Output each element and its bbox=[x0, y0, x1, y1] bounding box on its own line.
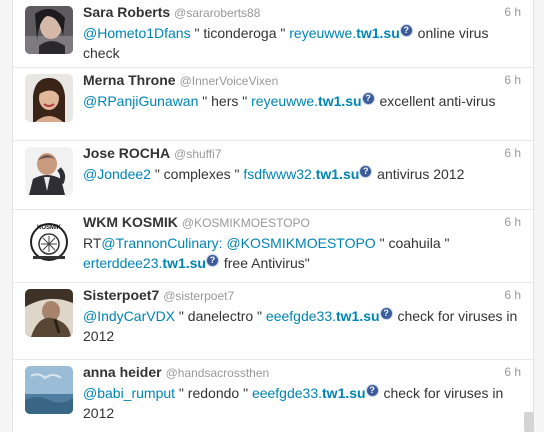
mention-link[interactable]: @babi_rumput bbox=[83, 385, 175, 401]
avatar[interactable] bbox=[25, 289, 73, 337]
tweet[interactable]: Merna Throne @InnerVoiceVixen 6 h @RPanji… bbox=[13, 68, 533, 141]
url-prefix: reyeuwwe. bbox=[251, 93, 319, 109]
author-handle[interactable]: @shuffi7 bbox=[174, 147, 221, 161]
author-name[interactable]: Sisterpoet7 bbox=[83, 287, 159, 303]
tweet-header: Jose ROCHA @shuffi7 bbox=[83, 145, 221, 163]
question-badge-icon: ? bbox=[362, 93, 374, 104]
avatar[interactable] bbox=[25, 6, 73, 54]
url-domain: tw1.su bbox=[162, 255, 206, 271]
url-domain: tw1.su bbox=[322, 385, 366, 401]
author-handle[interactable]: @sararoberts88 bbox=[174, 6, 260, 20]
url-prefix: reyeuwwe. bbox=[289, 25, 357, 41]
mention-link[interactable]: @Hometo1Dfans bbox=[83, 25, 191, 41]
mention-link[interactable]: @KOSMIKMOESTOPO bbox=[226, 235, 375, 251]
tweet-text: @Jondee2 " complexes " fsdfwww32.tw1.su?… bbox=[83, 164, 523, 184]
question-badge-icon: ? bbox=[360, 166, 372, 177]
tweet-text: @RPanjiGunawan " hers " reyeuwwe.tw1.su?… bbox=[83, 91, 523, 111]
url-prefix: eeefgde33. bbox=[265, 308, 336, 324]
url-domain: tw1.su bbox=[356, 25, 400, 41]
tweet-time[interactable]: 6 h bbox=[504, 146, 521, 160]
avatar[interactable]: KOSMIK bbox=[25, 216, 73, 264]
url-link[interactable]: reyeuwwe.tw1.su bbox=[251, 93, 362, 109]
scrollbar-thumb[interactable] bbox=[524, 412, 534, 432]
url-domain: tw1.su bbox=[318, 93, 362, 109]
tweet-text-segment: antivirus 2012 bbox=[373, 166, 465, 182]
url-domain: tw1.su bbox=[315, 166, 360, 182]
mention-link[interactable]: @IndyCarVDX bbox=[83, 308, 175, 324]
url-prefix: fsdfwww32. bbox=[243, 166, 316, 182]
avatar[interactable] bbox=[25, 74, 73, 122]
question-badge-icon: ? bbox=[366, 385, 378, 396]
url-link[interactable]: eeefgde33.tw1.su bbox=[252, 385, 366, 401]
avatar-logo-text: KOSMIK bbox=[37, 225, 62, 231]
url-prefix: eeefgde33. bbox=[251, 385, 323, 401]
tweet-text: @IndyCarVDX " danelectro " eeefgde33.tw1… bbox=[83, 306, 523, 346]
tweet-header: Merna Throne @InnerVoiceVixen bbox=[83, 72, 278, 90]
tweet-header: anna heider @handsacrossthen bbox=[83, 364, 269, 382]
tweet-text-segment: free Antivirus" bbox=[219, 255, 310, 271]
url-domain: tw1.su bbox=[336, 308, 380, 324]
tweet-header: Sara Roberts @sararoberts88 bbox=[83, 4, 260, 22]
question-badge-icon: ? bbox=[206, 255, 218, 266]
avatar[interactable] bbox=[25, 147, 73, 195]
tweet-text-segment: " danelectro " bbox=[175, 308, 266, 324]
author-name[interactable]: WKM KOSMIK bbox=[83, 214, 178, 230]
tweet-text-segment: " hers " bbox=[198, 93, 252, 109]
tweet-text: @Hometo1Dfans " ticonderoga " reyeuwwe.t… bbox=[83, 23, 523, 63]
author-handle[interactable]: @handsacrossthen bbox=[166, 366, 270, 380]
tweet-time[interactable]: 6 h bbox=[504, 365, 521, 379]
question-badge-icon: ? bbox=[380, 308, 392, 319]
tweet-timeline: Sara Roberts @sararoberts88 6 h @Hometo1D… bbox=[12, 0, 534, 432]
tweet-text: RT@TrannonCulinary: @KOSMIKMOESTOPO " co… bbox=[83, 233, 523, 273]
author-name[interactable]: Jose ROCHA bbox=[83, 145, 170, 161]
tweet[interactable]: anna heider @handsacrossthen 6 h @babi_ru… bbox=[13, 360, 533, 432]
tweet-text-segment: " redondo " bbox=[175, 385, 252, 401]
url-link[interactable]: erterddee23.tw1.su bbox=[83, 255, 206, 271]
tweet-text-segment: " coahuila " bbox=[375, 235, 450, 251]
url-link[interactable]: fsdfwww32.tw1.su bbox=[243, 166, 359, 182]
retweet-prefix: RT bbox=[83, 235, 102, 251]
tweet[interactable]: Sisterpoet7 @sisterpoet7 6 h @IndyCarVDX … bbox=[13, 283, 533, 360]
avatar[interactable] bbox=[25, 366, 73, 414]
question-badge-icon: ? bbox=[400, 25, 412, 36]
author-handle[interactable]: @InnerVoiceVixen bbox=[180, 74, 279, 88]
tweet-time[interactable]: 6 h bbox=[504, 288, 521, 302]
tweet-text-segment: excellent anti-virus bbox=[375, 93, 496, 109]
tweet-time[interactable]: 6 h bbox=[504, 73, 521, 87]
tweet-header: WKM KOSMIK @KOSMIKMOESTOPO bbox=[83, 214, 310, 232]
mention-link[interactable]: @RPanjiGunawan bbox=[83, 93, 198, 109]
url-link[interactable]: reyeuwwe.tw1.su bbox=[289, 25, 400, 41]
author-name[interactable]: anna heider bbox=[83, 364, 162, 380]
tweet-header: Sisterpoet7 @sisterpoet7 bbox=[83, 287, 234, 305]
tweet[interactable]: KOSMIK WKM KOSMIK @KOSMIKMOESTOPO 6 h RT@… bbox=[13, 210, 533, 283]
author-handle[interactable]: @KOSMIKMOESTOPO bbox=[182, 216, 310, 230]
author-name[interactable]: Sara Roberts bbox=[83, 4, 170, 20]
tweet-text-segment: " ticonderoga " bbox=[190, 25, 290, 41]
tweet-text-segment: " complexes " bbox=[150, 166, 244, 182]
author-name[interactable]: Merna Throne bbox=[83, 72, 176, 88]
tweet[interactable]: Sara Roberts @sararoberts88 6 h @Hometo1D… bbox=[13, 0, 533, 68]
author-handle[interactable]: @sisterpoet7 bbox=[163, 289, 234, 303]
mention-link[interactable]: @TrannonCulinary: bbox=[101, 235, 222, 251]
tweet-time[interactable]: 6 h bbox=[504, 5, 521, 19]
tweet[interactable]: Jose ROCHA @shuffi7 6 h @Jondee2 " comple… bbox=[13, 141, 533, 210]
tweet-time[interactable]: 6 h bbox=[504, 215, 521, 229]
url-prefix: erterddee23. bbox=[83, 255, 163, 271]
mention-link[interactable]: @Jondee2 bbox=[83, 166, 151, 182]
tweet-text: @babi_rumput " redondo " eeefgde33.tw1.s… bbox=[83, 383, 523, 423]
url-link[interactable]: eeefgde33.tw1.su bbox=[266, 308, 380, 324]
